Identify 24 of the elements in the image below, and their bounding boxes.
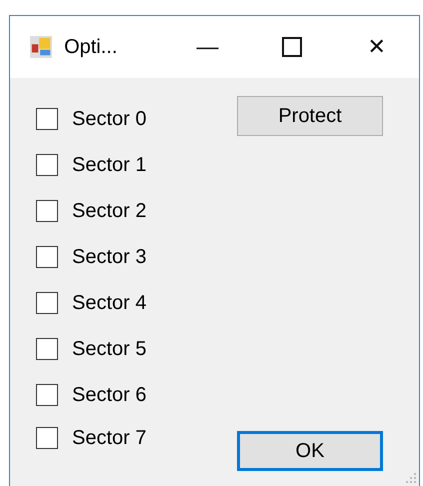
checkbox-label: Sector 0 — [72, 108, 146, 130]
resize-grip-icon — [406, 473, 416, 483]
checkbox[interactable] — [36, 154, 58, 176]
close-button[interactable]: ✕ — [334, 24, 419, 70]
checkbox-label: Sector 5 — [72, 338, 146, 360]
checkbox-label: Sector 7 — [72, 426, 146, 450]
checkbox[interactable] — [36, 427, 58, 449]
checkbox-label: Sector 1 — [72, 154, 146, 176]
checkbox[interactable] — [36, 292, 58, 314]
window-title: Opti... — [64, 36, 118, 58]
checkbox-label: Sector 2 — [72, 200, 146, 222]
checkbox-label: Sector 3 — [72, 246, 146, 268]
checkbox-label: Sector 4 — [72, 292, 146, 314]
maximize-icon — [282, 37, 302, 57]
checkbox[interactable] — [36, 246, 58, 268]
checkbox[interactable] — [36, 108, 58, 130]
minimize-button[interactable]: — — [165, 24, 250, 70]
checkbox[interactable] — [36, 338, 58, 360]
checkbox[interactable] — [36, 384, 58, 406]
checkbox-label: Sector 6 — [72, 384, 146, 406]
protect-button[interactable]: Protect — [237, 96, 383, 136]
app-icon — [30, 35, 52, 59]
ok-button[interactable]: OK — [237, 431, 383, 471]
checkbox[interactable] — [36, 200, 58, 222]
